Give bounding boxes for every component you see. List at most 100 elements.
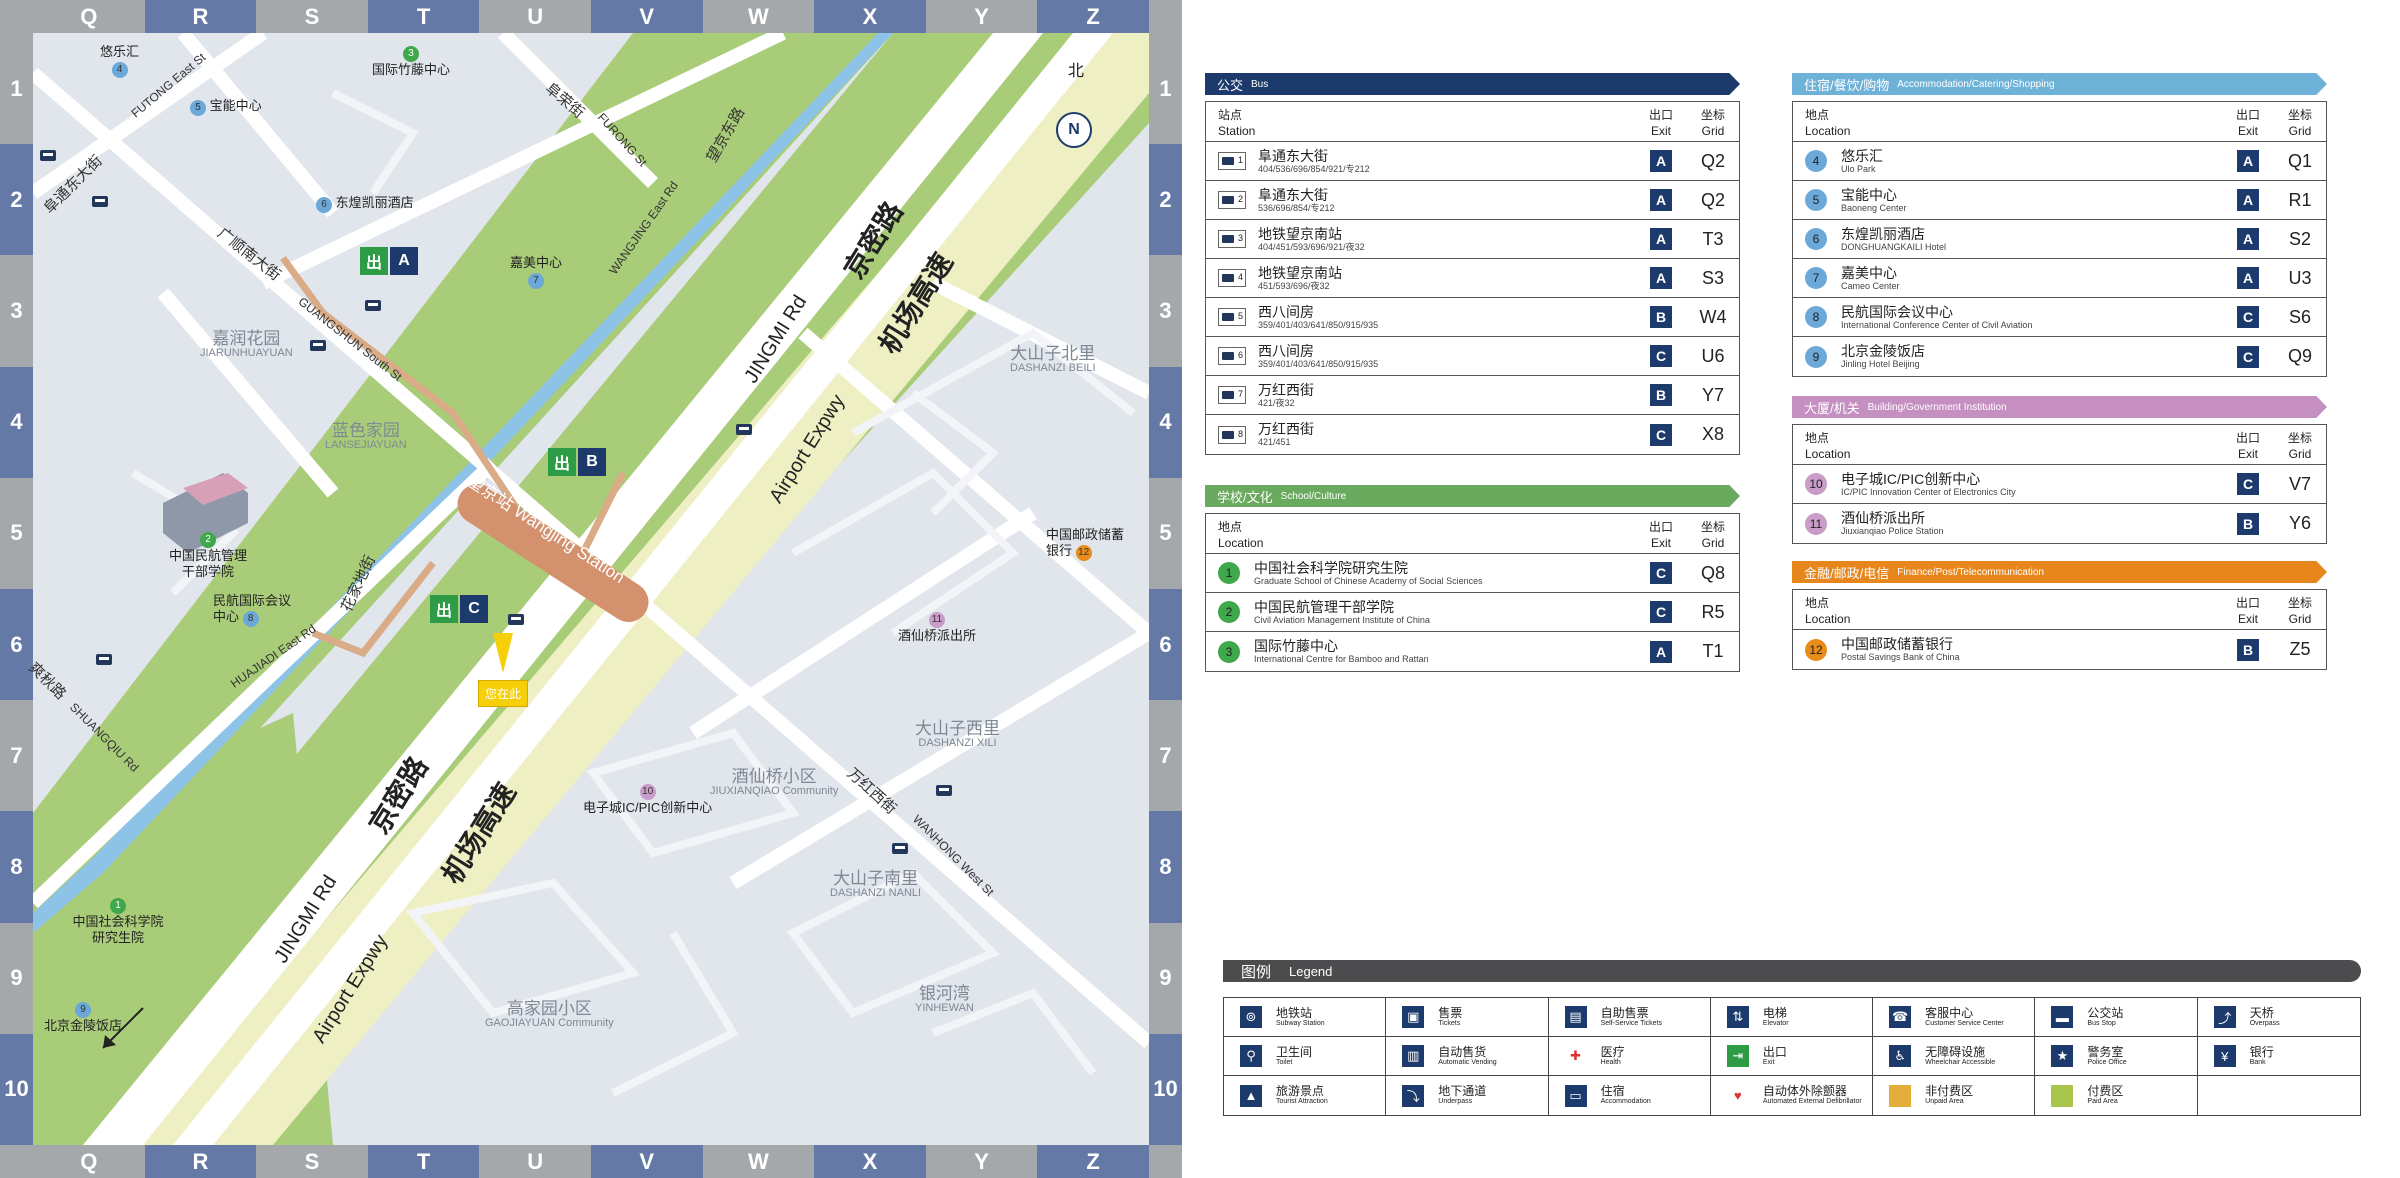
map-place-9[interactable]: 9 北京金陵饭店 bbox=[44, 1000, 122, 1034]
legend-label: 客服中心 Customer Service Center bbox=[1925, 1005, 2004, 1027]
exit-badge: A bbox=[2237, 150, 2259, 172]
north-label: 北 bbox=[1068, 63, 1085, 80]
accom-row[interactable]: 4 悠乐汇 Ulo Park A Q1 bbox=[1793, 142, 2326, 181]
legend-label: 旅游景点 Tourist Attraction bbox=[1276, 1084, 1328, 1106]
bus-stop-1-icon[interactable] bbox=[40, 150, 56, 161]
grid-row-3: 3 bbox=[1149, 255, 1182, 367]
gov-row[interactable]: 10 电子城IC/PIC创新中心 IC/PIC Innovation Center … bbox=[1793, 465, 2326, 504]
legend-item bbox=[2198, 1076, 2360, 1115]
grid-ref: Q9 bbox=[2287, 346, 2312, 366]
legend-label: 电梯 Elevator bbox=[1762, 1005, 1789, 1027]
exit-badge: A bbox=[1650, 640, 1672, 663]
map-place-2[interactable]: 2 中国民航管理干部学院 bbox=[163, 530, 253, 579]
map-place-3[interactable]: 3 国际竹藤中心 bbox=[372, 44, 450, 78]
exit-badge: C bbox=[1650, 601, 1672, 623]
bus-stop-6-icon[interactable] bbox=[508, 614, 524, 625]
bus-stop-5-icon[interactable] bbox=[736, 424, 752, 435]
legend-item: ☎ 客服中心 Customer Service Center bbox=[1873, 998, 2036, 1037]
fin-row[interactable]: 12 中国邮政储蓄银行 Postal Savings Bank of China B Z… bbox=[1793, 630, 2326, 669]
grid-ref: Q8 bbox=[1700, 562, 1725, 583]
grid-ref: U3 bbox=[2288, 267, 2312, 288]
bus-stop-8-icon[interactable] bbox=[892, 843, 908, 854]
map-place-6[interactable]: 6 东煌凯丽酒店 bbox=[316, 195, 414, 213]
grid-ref: V7 bbox=[2288, 473, 2312, 494]
location-number: 9 bbox=[1805, 345, 1827, 368]
grid-ref: Y6 bbox=[2288, 513, 2312, 533]
bus-banner: 公交 Bus bbox=[1205, 73, 1740, 95]
exit-badge: A bbox=[1650, 267, 1672, 289]
grid-ref: T1 bbox=[1702, 641, 1724, 661]
accom-row[interactable]: 6 东煌凯丽酒店 DONGHUANGKAILI Hotel A S2 bbox=[1793, 220, 2326, 259]
grid-col-x: X bbox=[814, 0, 926, 33]
bus-icon: 1 bbox=[1218, 152, 1246, 170]
accom-row[interactable]: 5 宝能中心 Baoneng Center A R1 bbox=[1793, 181, 2326, 220]
grid-col-r: R bbox=[144, 1145, 257, 1178]
school-row[interactable]: 3 国际竹藤中心 International Centre for Bamboo a… bbox=[1206, 632, 1739, 671]
map-place-11[interactable]: 11 酒仙桥派出所 bbox=[898, 610, 976, 644]
government-banner: 大厦/机关 Building/Government Institution bbox=[1792, 396, 2327, 418]
map-place-8[interactable]: 民航国际会议中心 8 bbox=[213, 593, 293, 627]
bus-row[interactable]: 4 地铁望京南站 451/593/696/夜32 A S3 bbox=[1206, 259, 1739, 298]
exit-badge: A bbox=[2237, 228, 2259, 250]
grid-ref: U6 bbox=[1701, 345, 1725, 366]
grid-col-y: Y bbox=[925, 1145, 1038, 1178]
grid-col-q: Q bbox=[33, 0, 145, 33]
government-table-header: 地点 Location 出口 Exit 坐标 Grid bbox=[1793, 425, 2326, 465]
grid-col-s: S bbox=[256, 1145, 368, 1178]
map-place-4[interactable]: 悠乐汇 4 bbox=[100, 44, 139, 78]
accom-row[interactable]: 9 北京金陵饭店 Jinling Hotel Beijing C Q9 bbox=[1793, 337, 2326, 376]
grid-ref: Q1 bbox=[2287, 150, 2312, 171]
bus-stop-3-icon[interactable] bbox=[365, 300, 381, 311]
grid-row-3: 3 bbox=[0, 255, 33, 367]
bus-row[interactable]: 8 万红西街 421/451 C X8 bbox=[1206, 415, 1739, 454]
map-place-12[interactable]: 中国邮政储蓄银行 12 bbox=[1046, 527, 1126, 561]
legend-label: 住宿 Accommodation bbox=[1600, 1084, 1651, 1106]
bus-row[interactable]: 1 阜通东大街 404/536/696/854/921/专212 A Q2 bbox=[1206, 142, 1739, 181]
accom-row[interactable]: 8 民航国际会议中心 International Conference Center… bbox=[1793, 298, 2326, 337]
exit-a-marker[interactable]: 出 A bbox=[360, 247, 418, 275]
grid-ref: Q2 bbox=[1700, 150, 1725, 171]
exit-b-marker[interactable]: 出 B bbox=[548, 448, 606, 476]
bus-row[interactable]: 3 地铁望京南站 404/451/593/696/921/夜32 A T3 bbox=[1206, 220, 1739, 259]
grid-ref: T3 bbox=[1702, 228, 1724, 249]
grid-ref: Z5 bbox=[2289, 639, 2311, 659]
grid-col-r: R bbox=[144, 0, 257, 33]
exit-badge: B bbox=[1650, 306, 1672, 328]
legend-label: 付费区 Paid Area bbox=[2087, 1084, 2124, 1106]
grid-row-8: 8 bbox=[0, 811, 33, 923]
school-row[interactable]: 2 中国民航管理干部学院 Civil Aviation Management Ins… bbox=[1206, 593, 1739, 632]
legend-label: 自动体外除颤器 Automated External Defibrillator bbox=[1762, 1084, 1862, 1106]
exit-badge: A bbox=[1650, 228, 1672, 250]
grid-column-header: QRSTUVWXYZ bbox=[0, 0, 1182, 33]
bus-stop-2-icon[interactable] bbox=[92, 196, 108, 207]
school-table-header: 地点 Location 出口 Exit 坐标 Grid bbox=[1206, 514, 1739, 554]
bus-row[interactable]: 7 万红西街 421/夜32 B Y7 bbox=[1206, 376, 1739, 415]
map-place-10[interactable]: 10 电子城IC/PIC创新中心 bbox=[583, 782, 712, 816]
exit-icon: 出 bbox=[360, 247, 388, 275]
government-table: 地点 Location 出口 Exit 坐标 Grid 10 电子城IC/PIC创新中心… bbox=[1792, 424, 2327, 544]
bus-stop-4-icon[interactable] bbox=[310, 340, 326, 351]
finance-table-header: 地点 Location 出口 Exit 坐标 Grid bbox=[1793, 590, 2326, 630]
legend-label: 售票 Tickets bbox=[1438, 1005, 1463, 1027]
exit-badge: B bbox=[2237, 512, 2259, 535]
map-place-7[interactable]: 嘉美中心 7 bbox=[510, 255, 562, 289]
bus-stop-7-icon[interactable] bbox=[936, 785, 952, 796]
hotel-icon: ▭ bbox=[1564, 1084, 1587, 1107]
map-place-5[interactable]: 5 宝能中心 bbox=[190, 98, 262, 116]
exit-c-marker[interactable]: 出 C bbox=[430, 595, 488, 623]
accom-row[interactable]: 7 嘉美中心 Cameo Center A U3 bbox=[1793, 259, 2326, 298]
exit-a-label: A bbox=[390, 247, 418, 275]
grid-col-v: V bbox=[590, 1145, 703, 1178]
gov-row[interactable]: 11 酒仙桥派出所 Jiuxianqiao Police Station B Y6 bbox=[1793, 504, 2326, 543]
school-row[interactable]: 1 中国社会科学院研究生院 Graduate School of Chinese A… bbox=[1206, 554, 1739, 593]
map-place-1[interactable]: 1 中国社会科学院研究生院 bbox=[68, 896, 168, 945]
bus-row[interactable]: 2 阜通东大街 536/696/854/专212 A Q2 bbox=[1206, 181, 1739, 220]
legend-item: ⤴ 天桥 Overpass bbox=[2197, 998, 2360, 1037]
accommodation-table-header: 地点 Location 出口 Exit 坐标 Grid bbox=[1793, 102, 2326, 142]
bus-row[interactable]: 5 西八间房 359/401/403/641/850/915/935 B W4 bbox=[1206, 298, 1739, 337]
overpass-icon: ⤴ bbox=[2213, 1006, 2236, 1028]
grid-col-q: Q bbox=[33, 1145, 145, 1178]
bus-row[interactable]: 6 西八间房 359/401/403/641/850/915/935 C U6 bbox=[1206, 337, 1739, 376]
legend-item: ⇥ 出口 Exit bbox=[1710, 1037, 1874, 1076]
exit-badge: B bbox=[2237, 638, 2259, 661]
